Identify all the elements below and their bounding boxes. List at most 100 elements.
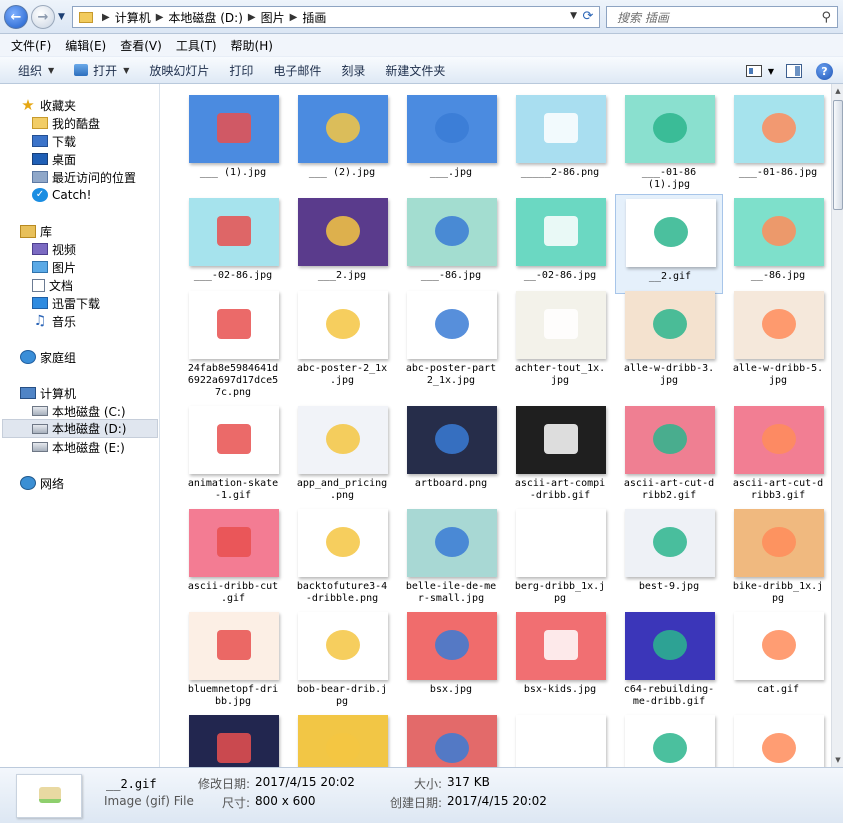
- file-item[interactable]: ___-02-86.jpg: [179, 194, 287, 294]
- nav-libraries[interactable]: 库: [20, 222, 52, 240]
- path-dropdown-icon[interactable]: ▼: [570, 11, 577, 21]
- nav-item-desktop[interactable]: 桌面: [32, 150, 76, 168]
- file-item[interactable]: c64-rebuilding-me-dribb.gif: [615, 608, 723, 708]
- file-item[interactable]: achter-tout_1x.jpg: [506, 287, 614, 387]
- file-item[interactable]: [615, 711, 723, 767]
- nav-item-videos[interactable]: 视频: [32, 240, 76, 258]
- new-folder-button[interactable]: 新建文件夹: [375, 58, 455, 82]
- nav-drive-e[interactable]: 本地磁盘 (E:): [32, 438, 125, 456]
- open-button[interactable]: 打开▼: [64, 58, 139, 82]
- file-item[interactable]: ascii-art-compi-dribb.gif: [506, 402, 614, 502]
- file-item[interactable]: [724, 711, 831, 767]
- menu-help[interactable]: 帮助(H): [224, 37, 280, 54]
- file-item[interactable]: [397, 711, 505, 767]
- file-item[interactable]: ___ (2).jpg: [288, 91, 396, 191]
- file-item[interactable]: _____2-86.png: [506, 91, 614, 191]
- file-item[interactable]: belle-ile-de-mer-small.jpg: [397, 505, 505, 605]
- file-item[interactable]: abc-poster-2_1x.jpg: [288, 287, 396, 387]
- file-item[interactable]: ___ (1).jpg: [179, 91, 287, 191]
- file-name-line: c64-rebuilding-: [615, 684, 723, 696]
- organize-button[interactable]: 组织▼: [8, 58, 64, 82]
- file-item[interactable]: bsx-kids.jpg: [506, 608, 614, 708]
- file-item[interactable]: best-9.jpg: [615, 505, 723, 605]
- file-item[interactable]: bluemnetopf-dribb.jpg: [179, 608, 287, 708]
- file-item[interactable]: alle-w-dribb-3.jpg: [615, 287, 723, 387]
- file-name-line: .jpg: [288, 375, 396, 387]
- breadcrumb-item[interactable]: 图片: [261, 9, 285, 26]
- nav-favorites[interactable]: ★收藏夹: [20, 96, 76, 114]
- vertical-scrollbar[interactable]: ▲ ▼: [831, 84, 843, 767]
- nav-homegroup[interactable]: 家庭组: [20, 348, 76, 366]
- file-item[interactable]: ascii-dribb-cut.gif: [179, 505, 287, 605]
- file-item[interactable]: backtofuture3-4-dribble.png: [288, 505, 396, 605]
- view-options-icon[interactable]: [746, 65, 762, 77]
- file-item[interactable]: __-86.jpg: [724, 194, 831, 294]
- breadcrumb-item[interactable]: 本地磁盘 (D:): [168, 9, 242, 26]
- menu-file[interactable]: 文件(F): [4, 37, 58, 54]
- menu-edit[interactable]: 编辑(E): [58, 37, 113, 54]
- file-item[interactable]: [288, 711, 396, 767]
- nav-item-documents[interactable]: 文档: [32, 276, 73, 294]
- file-name-line: achter-tout_1x.: [506, 363, 614, 375]
- breadcrumb-item[interactable]: 计算机: [115, 9, 151, 26]
- file-item[interactable]: ascii-art-cut-dribb2.gif: [615, 402, 723, 502]
- nav-item-kupan[interactable]: 我的酷盘: [32, 114, 100, 132]
- file-item[interactable]: ___-01-86(1).jpg: [615, 91, 723, 191]
- search-input[interactable]: 搜索 插画 ⚲: [606, 6, 838, 28]
- file-item[interactable]: ___-86.jpg: [397, 194, 505, 294]
- help-icon[interactable]: ?: [816, 63, 833, 80]
- nav-item-downloads[interactable]: 下载: [32, 132, 76, 150]
- file-item[interactable]: __-02-86.jpg: [506, 194, 614, 294]
- email-button[interactable]: 电子邮件: [263, 58, 331, 82]
- caret-down-icon[interactable]: ▼: [768, 67, 774, 76]
- print-button[interactable]: 打印: [219, 58, 263, 82]
- file-item[interactable]: ___.jpg: [397, 91, 505, 191]
- refresh-icon[interactable]: ⟳: [579, 8, 597, 26]
- nav-item-music[interactable]: ♫音乐: [32, 312, 76, 330]
- scroll-down-icon[interactable]: ▼: [832, 753, 843, 767]
- file-name: ascii-art-compi-dribb.gif: [506, 478, 614, 502]
- file-item[interactable]: ___-01-86.jpg: [724, 91, 831, 191]
- file-item[interactable]: ascii-art-cut-dribb3.gif: [724, 402, 831, 502]
- nav-drive-d[interactable]: 本地磁盘 (D:): [2, 419, 158, 438]
- file-item[interactable]: [179, 711, 287, 767]
- file-item[interactable]: 24fab8e5984641d6922a697d17dce57c.png: [179, 287, 287, 387]
- nav-network[interactable]: 网络: [20, 474, 64, 492]
- file-item[interactable]: bsx.jpg: [397, 608, 505, 708]
- nav-item-recent[interactable]: 最近访问的位置: [32, 168, 136, 186]
- burn-button[interactable]: 刻录: [331, 58, 375, 82]
- thumbnail-illustration: [544, 113, 578, 143]
- file-thumbnail: [189, 715, 279, 767]
- nav-drive-c[interactable]: 本地磁盘 (C:): [32, 402, 126, 420]
- forward-button[interactable]: →: [31, 5, 55, 29]
- menu-tools[interactable]: 工具(T): [169, 37, 224, 54]
- file-item[interactable]: alle-w-dribb-5.jpg: [724, 287, 831, 387]
- thumbnail-illustration: [762, 733, 796, 763]
- file-item[interactable]: cat.gif: [724, 608, 831, 708]
- file-item[interactable]: ___2.jpg: [288, 194, 396, 294]
- file-item[interactable]: app_and_pricing.png: [288, 402, 396, 502]
- file-item[interactable]: bob-bear-drib.jpg: [288, 608, 396, 708]
- back-button[interactable]: ←: [4, 5, 28, 29]
- nav-item-catch[interactable]: ✓Catch!: [32, 186, 91, 204]
- file-item[interactable]: [506, 711, 614, 767]
- nav-item-thunder[interactable]: 迅雷下载: [32, 294, 100, 312]
- file-item[interactable]: animation-skate-1.gif: [179, 402, 287, 502]
- history-dropdown-icon[interactable]: ▼: [58, 12, 65, 22]
- scroll-up-icon[interactable]: ▲: [832, 84, 843, 98]
- preview-pane-icon[interactable]: [786, 64, 802, 78]
- file-item[interactable]: __2.gif: [615, 194, 723, 294]
- file-item[interactable]: bike-dribb_1x.jpg: [724, 505, 831, 605]
- breadcrumb[interactable]: ▶ 计算机 ▶ 本地磁盘 (D:) ▶ 图片 ▶ 插画 ▼ ⟳: [72, 6, 600, 28]
- nav-item-pictures[interactable]: 图片: [32, 258, 76, 276]
- search-icon[interactable]: ⚲: [821, 10, 831, 25]
- breadcrumb-item[interactable]: 插画: [302, 9, 326, 26]
- file-item[interactable]: berg-dribb_1x.jpg: [506, 505, 614, 605]
- file-item[interactable]: artboard.png: [397, 402, 505, 502]
- menu-view[interactable]: 查看(V): [113, 37, 169, 54]
- scrollbar-thumb[interactable]: [833, 100, 843, 210]
- file-item[interactable]: abc-poster-part2_1x.jpg: [397, 287, 505, 387]
- slideshow-button[interactable]: 放映幻灯片: [139, 58, 219, 82]
- file-name-line: ___-86.jpg: [397, 270, 505, 282]
- nav-computer[interactable]: 计算机: [20, 384, 76, 402]
